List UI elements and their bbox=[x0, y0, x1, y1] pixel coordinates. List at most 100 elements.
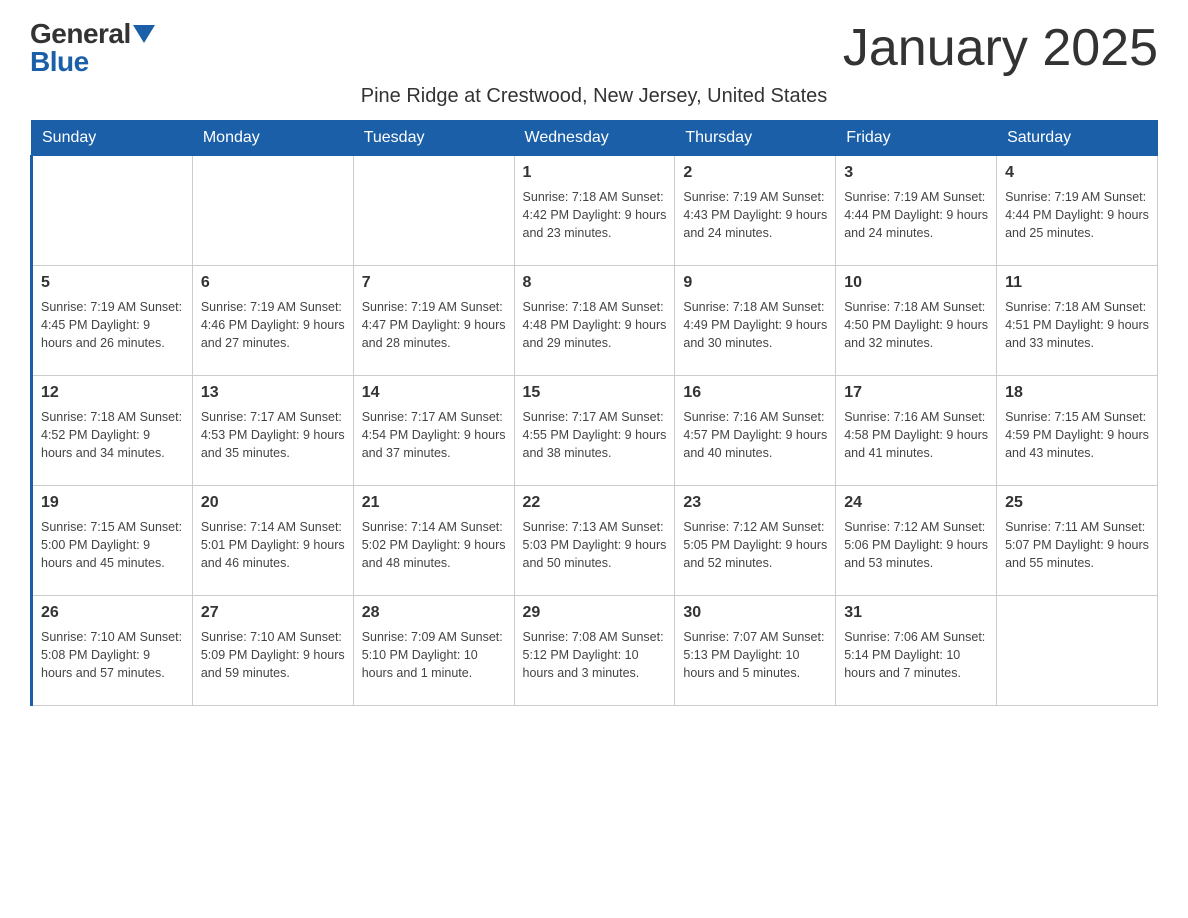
day-number: 26 bbox=[41, 602, 184, 624]
day-number: 8 bbox=[523, 272, 667, 294]
day-info: Sunrise: 7:18 AM Sunset: 4:48 PM Dayligh… bbox=[523, 298, 667, 352]
calendar-cell: 14 Sunrise: 7:17 AM Sunset: 4:54 PM Dayli… bbox=[353, 376, 514, 486]
day-info: Sunrise: 7:08 AM Sunset: 5:12 PM Dayligh… bbox=[523, 628, 667, 682]
day-info: Sunrise: 7:10 AM Sunset: 5:09 PM Dayligh… bbox=[201, 628, 345, 682]
weekday-header-wednesday: Wednesday bbox=[514, 121, 675, 156]
day-info: Sunrise: 7:19 AM Sunset: 4:47 PM Dayligh… bbox=[362, 298, 506, 352]
calendar-cell bbox=[353, 156, 514, 266]
weekday-header-monday: Monday bbox=[192, 121, 353, 156]
day-info: Sunrise: 7:07 AM Sunset: 5:13 PM Dayligh… bbox=[683, 628, 827, 682]
day-info: Sunrise: 7:18 AM Sunset: 4:49 PM Dayligh… bbox=[683, 298, 827, 352]
day-info: Sunrise: 7:17 AM Sunset: 4:55 PM Dayligh… bbox=[523, 408, 667, 462]
day-number: 25 bbox=[1005, 492, 1149, 514]
day-info: Sunrise: 7:13 AM Sunset: 5:03 PM Dayligh… bbox=[523, 518, 667, 572]
day-info: Sunrise: 7:15 AM Sunset: 5:00 PM Dayligh… bbox=[41, 518, 184, 572]
day-number: 11 bbox=[1005, 272, 1149, 294]
day-info: Sunrise: 7:12 AM Sunset: 5:06 PM Dayligh… bbox=[844, 518, 988, 572]
day-number: 14 bbox=[362, 382, 506, 404]
logo-triangle-icon bbox=[133, 25, 155, 43]
day-info: Sunrise: 7:16 AM Sunset: 4:58 PM Dayligh… bbox=[844, 408, 988, 462]
day-number: 19 bbox=[41, 492, 184, 514]
page-header: General Blue January 2025 bbox=[30, 20, 1158, 77]
calendar-cell: 12 Sunrise: 7:18 AM Sunset: 4:52 PM Dayli… bbox=[32, 376, 193, 486]
day-number: 21 bbox=[362, 492, 506, 514]
day-info: Sunrise: 7:18 AM Sunset: 4:52 PM Dayligh… bbox=[41, 408, 184, 462]
day-number: 13 bbox=[201, 382, 345, 404]
calendar-cell: 4 Sunrise: 7:19 AM Sunset: 4:44 PM Daylig… bbox=[997, 156, 1158, 266]
weekday-header-friday: Friday bbox=[836, 121, 997, 156]
calendar-cell: 7 Sunrise: 7:19 AM Sunset: 4:47 PM Daylig… bbox=[353, 266, 514, 376]
calendar-cell: 25Sunrise: 7:11 AM Sunset: 5:07 PM Dayli… bbox=[997, 486, 1158, 596]
calendar-cell: 21 Sunrise: 7:14 AM Sunset: 5:02 PM Dayli… bbox=[353, 486, 514, 596]
day-info: Sunrise: 7:19 AM Sunset: 4:44 PM Dayligh… bbox=[1005, 188, 1149, 242]
calendar-week-row: 26Sunrise: 7:10 AM Sunset: 5:08 PM Dayli… bbox=[32, 596, 1158, 706]
weekday-header-saturday: Saturday bbox=[997, 121, 1158, 156]
weekday-header-thursday: Thursday bbox=[675, 121, 836, 156]
calendar-cell bbox=[997, 596, 1158, 706]
weekday-header-tuesday: Tuesday bbox=[353, 121, 514, 156]
day-number: 22 bbox=[523, 492, 667, 514]
day-info: Sunrise: 7:15 AM Sunset: 4:59 PM Dayligh… bbox=[1005, 408, 1149, 462]
weekday-header-sunday: Sunday bbox=[32, 121, 193, 156]
day-info: Sunrise: 7:17 AM Sunset: 4:54 PM Dayligh… bbox=[362, 408, 506, 462]
calendar-cell: 18Sunrise: 7:15 AM Sunset: 4:59 PM Dayli… bbox=[997, 376, 1158, 486]
day-info: Sunrise: 7:14 AM Sunset: 5:01 PM Dayligh… bbox=[201, 518, 345, 572]
day-info: Sunrise: 7:19 AM Sunset: 4:46 PM Dayligh… bbox=[201, 298, 345, 352]
calendar-cell: 9 Sunrise: 7:18 AM Sunset: 4:49 PM Daylig… bbox=[675, 266, 836, 376]
day-info: Sunrise: 7:14 AM Sunset: 5:02 PM Dayligh… bbox=[362, 518, 506, 572]
calendar-week-row: 5Sunrise: 7:19 AM Sunset: 4:45 PM Daylig… bbox=[32, 266, 1158, 376]
day-number: 15 bbox=[523, 382, 667, 404]
calendar-cell: 13 Sunrise: 7:17 AM Sunset: 4:53 PM Dayli… bbox=[192, 376, 353, 486]
calendar-cell: 30Sunrise: 7:07 AM Sunset: 5:13 PM Dayli… bbox=[675, 596, 836, 706]
calendar-cell: 1 Sunrise: 7:18 AM Sunset: 4:42 PM Daylig… bbox=[514, 156, 675, 266]
calendar-cell: 28Sunrise: 7:09 AM Sunset: 5:10 PM Dayli… bbox=[353, 596, 514, 706]
day-number: 17 bbox=[844, 382, 988, 404]
day-number: 1 bbox=[523, 162, 667, 184]
calendar-week-row: 19 Sunrise: 7:15 AM Sunset: 5:00 PM Dayli… bbox=[32, 486, 1158, 596]
calendar-cell: 11 Sunrise: 7:18 AM Sunset: 4:51 PM Dayli… bbox=[997, 266, 1158, 376]
calendar-week-row: 12 Sunrise: 7:18 AM Sunset: 4:52 PM Dayli… bbox=[32, 376, 1158, 486]
day-number: 6 bbox=[201, 272, 345, 294]
day-info: Sunrise: 7:18 AM Sunset: 4:51 PM Dayligh… bbox=[1005, 298, 1149, 352]
day-info: Sunrise: 7:18 AM Sunset: 4:50 PM Dayligh… bbox=[844, 298, 988, 352]
day-info: Sunrise: 7:06 AM Sunset: 5:14 PM Dayligh… bbox=[844, 628, 988, 682]
day-number: 7 bbox=[362, 272, 506, 294]
calendar-cell: 27 Sunrise: 7:10 AM Sunset: 5:09 PM Dayli… bbox=[192, 596, 353, 706]
calendar-cell: 6 Sunrise: 7:19 AM Sunset: 4:46 PM Daylig… bbox=[192, 266, 353, 376]
day-number: 4 bbox=[1005, 162, 1149, 184]
calendar-cell: 24 Sunrise: 7:12 AM Sunset: 5:06 PM Dayli… bbox=[836, 486, 997, 596]
calendar-cell: 19 Sunrise: 7:15 AM Sunset: 5:00 PM Dayli… bbox=[32, 486, 193, 596]
day-number: 27 bbox=[201, 602, 345, 624]
calendar-header-row: SundayMondayTuesdayWednesdayThursdayFrid… bbox=[32, 121, 1158, 156]
calendar-cell: 15 Sunrise: 7:17 AM Sunset: 4:55 PM Dayli… bbox=[514, 376, 675, 486]
day-number: 20 bbox=[201, 492, 345, 514]
day-number: 5 bbox=[41, 272, 184, 294]
day-number: 9 bbox=[683, 272, 827, 294]
day-number: 12 bbox=[41, 382, 184, 404]
logo: General Blue bbox=[30, 20, 155, 76]
calendar-cell: 10Sunrise: 7:18 AM Sunset: 4:50 PM Dayli… bbox=[836, 266, 997, 376]
day-number: 23 bbox=[683, 492, 827, 514]
calendar-cell bbox=[32, 156, 193, 266]
month-title: January 2025 bbox=[843, 20, 1158, 77]
calendar-week-row: 1 Sunrise: 7:18 AM Sunset: 4:42 PM Daylig… bbox=[32, 156, 1158, 266]
location-subtitle: Pine Ridge at Crestwood, New Jersey, Uni… bbox=[30, 85, 1158, 108]
day-info: Sunrise: 7:19 AM Sunset: 4:44 PM Dayligh… bbox=[844, 188, 988, 242]
day-number: 31 bbox=[844, 602, 988, 624]
calendar-cell: 3Sunrise: 7:19 AM Sunset: 4:44 PM Daylig… bbox=[836, 156, 997, 266]
calendar-body: 1 Sunrise: 7:18 AM Sunset: 4:42 PM Daylig… bbox=[32, 156, 1158, 706]
day-number: 28 bbox=[362, 602, 506, 624]
calendar-cell bbox=[192, 156, 353, 266]
calendar-cell: 16Sunrise: 7:16 AM Sunset: 4:57 PM Dayli… bbox=[675, 376, 836, 486]
day-number: 24 bbox=[844, 492, 988, 514]
calendar-cell: 5Sunrise: 7:19 AM Sunset: 4:45 PM Daylig… bbox=[32, 266, 193, 376]
calendar-cell: 20 Sunrise: 7:14 AM Sunset: 5:01 PM Dayli… bbox=[192, 486, 353, 596]
calendar-cell: 29Sunrise: 7:08 AM Sunset: 5:12 PM Dayli… bbox=[514, 596, 675, 706]
calendar-table: SundayMondayTuesdayWednesdayThursdayFrid… bbox=[30, 120, 1158, 706]
calendar-cell: 23 Sunrise: 7:12 AM Sunset: 5:05 PM Dayli… bbox=[675, 486, 836, 596]
day-info: Sunrise: 7:18 AM Sunset: 4:42 PM Dayligh… bbox=[523, 188, 667, 242]
day-info: Sunrise: 7:12 AM Sunset: 5:05 PM Dayligh… bbox=[683, 518, 827, 572]
logo-general-text: General bbox=[30, 20, 131, 48]
calendar-cell: 2Sunrise: 7:19 AM Sunset: 4:43 PM Daylig… bbox=[675, 156, 836, 266]
day-info: Sunrise: 7:17 AM Sunset: 4:53 PM Dayligh… bbox=[201, 408, 345, 462]
